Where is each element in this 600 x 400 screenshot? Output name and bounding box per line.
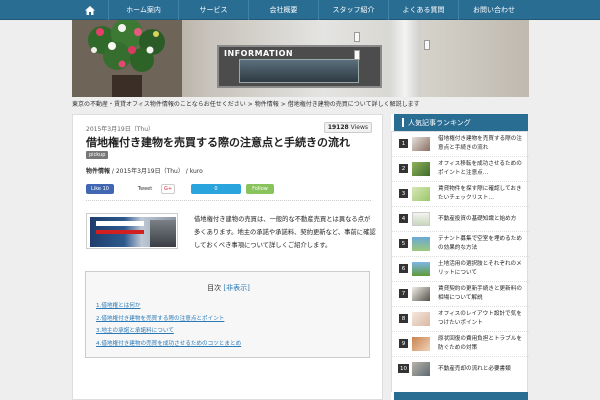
nav-item-4[interactable]: スタッフ紹介 [319,0,389,20]
pickup-tag[interactable]: pickup [86,151,109,159]
toc-item[interactable]: 2.借地権付き建物を売買する際の注意点とポイント [96,313,356,326]
rank-number: 5 [399,239,408,248]
ranking-thumbnail [412,162,430,176]
toc-heading: 目次 [非表示] [86,283,371,293]
ranking-thumbnail [412,287,430,301]
view-label: Views [350,124,368,131]
ranking-title: 不動産投資の基礎知識と始め方 [438,216,517,222]
post-meta-date: 2015年3月19日（Thu） [115,168,184,175]
ranking-item[interactable]: 2 オフィス移転を成功させるためのポイントと注意点… [392,157,529,182]
ranking-title: オフィス移転を成功させるためのポイントと注意点… [438,161,522,176]
ranking-item[interactable]: 8 オフィスのレイアウト設計で気をつけたいポイント [392,307,529,332]
toc-item[interactable]: 3.地主の承諾と承諾料について [96,325,356,338]
ranking-thumbnail [412,237,430,251]
ranking-item[interactable]: 9 原状回復の費用負担とトラブルを防ぐための対策 [392,332,529,357]
post-author: kuro [189,168,203,175]
rank-number: 10 [398,364,409,373]
information-sign: INFORMATION [224,49,294,58]
header-image: INFORMATION [72,20,529,97]
ranking-item[interactable]: 7 賃貸契約の更新手続きと更新料の相場について解説 [392,282,529,307]
nav-item-1[interactable]: ホーム案内 [109,0,179,20]
sidebar: 人気記事ランキング 1 借地権付き建物を売買する際の注意点と手続きの流れ 2 オ… [391,114,529,400]
table-of-contents: 目次 [非表示] 1.借地権とは何か 2.借地権付き建物を売買する際の注意点とポ… [85,271,370,358]
post-title: 借地権付き建物を売買する際の注意点と手続きの流れ [86,136,350,149]
hatena-bookmark-button[interactable]: 0 [191,184,241,194]
post-thumbnail [86,213,178,249]
ranking-title: 土地活用の選択肢とそれぞれのメリットについて [438,261,522,276]
post-meta: 物件情報 / 2015年3月19日（Thu） / kuro [86,168,203,175]
ranking-heading: 人気記事ランキング [391,114,528,131]
ranking-title: テナント募集で空室を埋めるための効果的な方法 [438,236,522,251]
ranking-list: 1 借地権付き建物を売買する際の注意点と手続きの流れ 2 オフィス移転を成功させ… [391,131,529,394]
toc-item[interactable]: 4.借地権付き建物の売買を成功させるためのコツとまとめ [96,338,356,351]
breadcrumb-home-link[interactable]: 東京の不動産・賃貸オフィス物件情報のことならお任せください [72,101,246,108]
rank-number: 4 [399,214,408,223]
ranking-item[interactable]: 4 不動産投資の基礎知識と始め方 [392,207,529,232]
post-category-link[interactable]: 物件情報 [86,168,110,175]
ranking-thumbnail [412,187,430,201]
google-plus-button[interactable]: G+ [161,184,175,194]
rank-number: 1 [399,139,408,148]
ranking-title: 賃貸物件を探す際に確認しておきたいチェックリスト… [438,186,522,201]
ranking-thumbnail [412,362,430,376]
ranking-item[interactable]: 5 テナント募集で空室を埋めるための効果的な方法 [392,232,529,257]
ranking-thumbnail [412,262,430,276]
breadcrumb-category-link[interactable]: 物件情報 [255,101,279,108]
breadcrumb: 東京の不動産・賃貸オフィス物件情報のことならお任せください > 物件情報 > 借地権付き… [72,101,420,108]
post-date: 2015年3月19日（Thu） [86,126,154,133]
ranking-thumbnail [412,212,430,226]
ranking-title: 不動産売却の流れと必要書類 [438,366,511,372]
social-buttons: Like 10 Tweet G+ 0 Follow [86,184,376,196]
nav-item-2[interactable]: サービス [179,0,249,20]
ranking-thumbnail [412,137,430,151]
ranking-title: オフィスのレイアウト設計で気をつけたいポイント [438,311,522,326]
sidebar-next-heading [391,392,528,400]
nav-home-button[interactable] [72,0,109,20]
article: 2015年3月19日（Thu） 19128 Views 借地権付き建物を売買する… [72,114,383,400]
ranking-item[interactable]: 1 借地権付き建物を売買する際の注意点と手続きの流れ [392,132,529,157]
feedly-follow-button[interactable]: Follow [246,184,274,194]
rank-number: 6 [399,264,408,273]
breadcrumb-current: 借地権付き建物の売買について詳しく解説します [287,101,420,108]
nav-item-5[interactable]: よくある質問 [389,0,459,20]
top-navigation: ホーム案内 サービス 会社概要 スタッフ紹介 よくある質問 お問い合わせ [0,0,600,20]
nav-item-6[interactable]: お問い合わせ [459,0,529,20]
nav-item-3[interactable]: 会社概要 [249,0,319,20]
home-icon [85,5,95,15]
ranking-thumbnail [412,337,430,351]
tweet-button[interactable]: Tweet [134,184,156,194]
rank-number: 7 [399,289,408,298]
ranking-title: 借地権付き建物を売買する際の注意点と手続きの流れ [438,136,522,151]
rank-number: 3 [399,189,408,198]
facebook-like-button[interactable]: Like 10 [86,184,114,194]
rank-number: 2 [399,164,408,173]
rank-number: 9 [399,339,408,348]
toc-toggle-link[interactable]: [非表示] [223,284,249,292]
toc-title: 目次 [207,284,222,292]
ranking-title: 原状回復の費用負担とトラブルを防ぐための対策 [438,336,522,351]
view-count-badge: 19128 Views [323,122,372,133]
rank-number: 8 [399,314,408,323]
post-intro: 借地権付き建物の売買は、一般的な不動産売買とは異なる点が多くあります。地主の承諾… [194,216,376,249]
ranking-item[interactable]: 10 不動産売却の流れと必要書類 [392,357,529,382]
ranking-thumbnail [412,312,430,326]
toc-item[interactable]: 1.借地権とは何か [96,300,356,313]
view-count: 19128 [327,124,349,131]
ranking-item[interactable]: 6 土地活用の選択肢とそれぞれのメリットについて [392,257,529,282]
flower-arrangement-image [72,20,182,97]
ranking-title: 賃貸契約の更新手続きと更新料の相場について解説 [438,286,522,301]
ranking-item[interactable]: 3 賃貸物件を探す際に確認しておきたいチェックリスト… [392,182,529,207]
